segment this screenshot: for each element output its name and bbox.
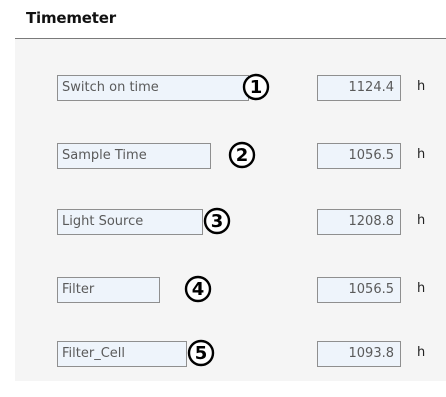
value-field-filter: 1056.5 <box>317 277 401 303</box>
unit-label: h <box>417 345 426 360</box>
timemeter-row-switch-on-time: Switch on time 1 1124.4 h <box>15 72 446 105</box>
label-field-switch-on-time: Switch on time <box>57 75 249 101</box>
circled-number-icon: 3 <box>202 206 232 236</box>
timemeter-row-light-source: Light Source 3 1208.8 h <box>15 206 446 239</box>
circled-number-icon: 2 <box>227 140 257 170</box>
circled-number-icon: 5 <box>186 338 216 368</box>
circled-number-icon: 4 <box>183 274 213 304</box>
marker-number: 5 <box>195 343 208 364</box>
marker-number: 1 <box>250 77 263 98</box>
value-field-filter-cell: 1093.8 <box>317 341 401 367</box>
circled-number-icon: 1 <box>241 72 271 102</box>
marker-number: 3 <box>211 211 224 232</box>
value-field-sample-time: 1056.5 <box>317 143 401 169</box>
label-field-light-source: Light Source <box>57 209 203 235</box>
unit-label: h <box>417 213 426 228</box>
value-field-light-source: 1208.8 <box>317 209 401 235</box>
label-field-filter: Filter <box>57 277 160 303</box>
timemeter-window: Timemeter Switch on time 1 1124.4 h Samp… <box>0 0 446 397</box>
marker-number: 2 <box>236 145 249 166</box>
timemeter-row-filter-cell: Filter_Cell 5 1093.8 h <box>15 338 446 371</box>
label-field-sample-time: Sample Time <box>57 143 211 169</box>
timemeter-row-sample-time: Sample Time 2 1056.5 h <box>15 140 446 173</box>
unit-label: h <box>417 147 426 162</box>
label-field-filter-cell: Filter_Cell <box>57 341 187 367</box>
value-field-switch-on-time: 1124.4 <box>317 75 401 101</box>
unit-label: h <box>417 281 426 296</box>
timemeter-panel: Switch on time 1 1124.4 h Sample Time 2 … <box>15 39 446 381</box>
page-title: Timemeter <box>26 9 116 27</box>
timemeter-row-filter: Filter 4 1056.5 h <box>15 274 446 307</box>
marker-number: 4 <box>192 279 205 300</box>
unit-label: h <box>417 79 426 94</box>
